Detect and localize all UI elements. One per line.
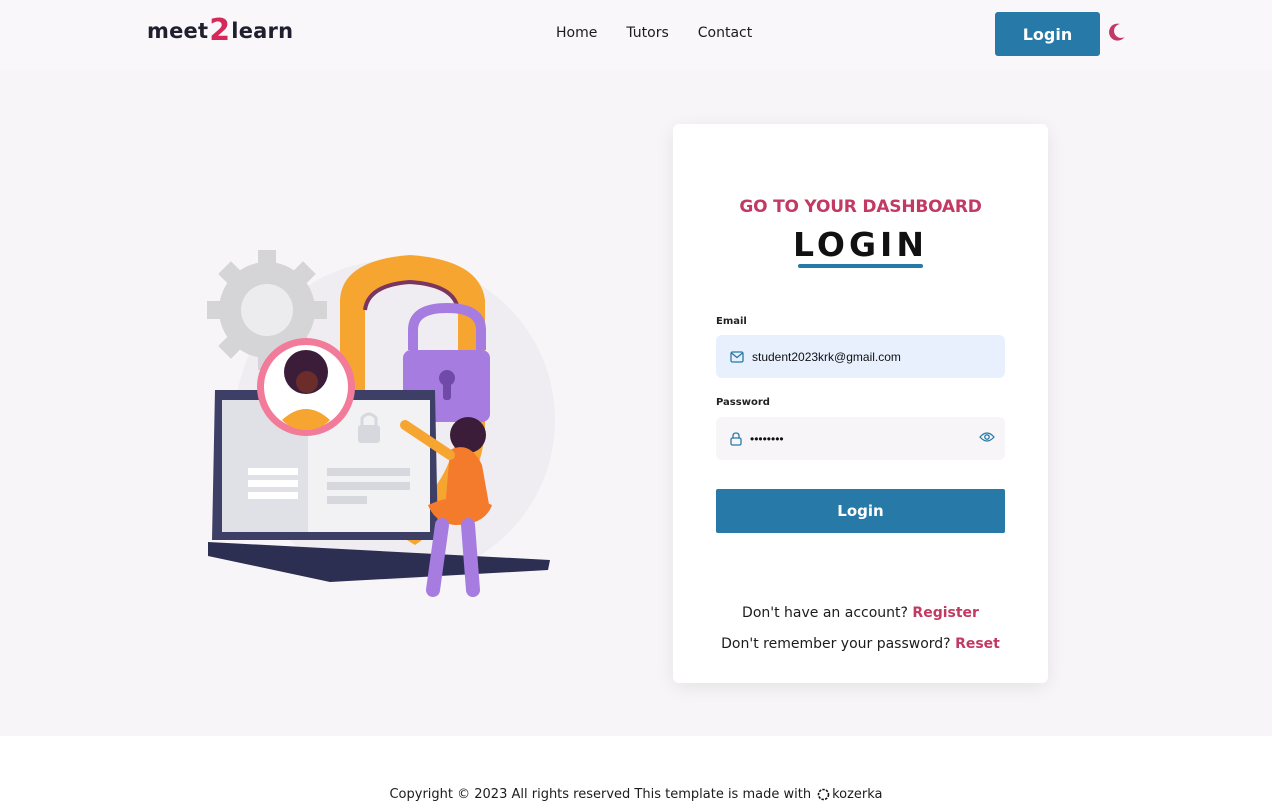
logo-text-learn: learn — [231, 19, 294, 43]
register-link[interactable]: Register — [912, 605, 979, 621]
main-section: GO TO YOUR DASHBOARD LOGIN Email Passwor… — [0, 70, 1272, 736]
card-title: LOGIN — [793, 225, 928, 264]
email-input[interactable] — [752, 349, 972, 364]
site-logo[interactable]: meet 2 learn — [147, 16, 293, 46]
register-line: Don't have an account? Register — [673, 605, 1048, 621]
nav-home[interactable]: Home — [556, 25, 597, 41]
security-illustration — [207, 250, 555, 597]
copyright-text: Copyright © 2023 All rights reserved Thi… — [389, 787, 812, 802]
password-field[interactable] — [716, 417, 1005, 460]
password-label: Password — [716, 397, 770, 408]
brand-link[interactable]: kozerka — [817, 787, 883, 802]
logo-text-2: 2 — [209, 13, 231, 48]
email-label: Email — [716, 316, 747, 327]
main-nav: Home Tutors Contact — [556, 25, 752, 41]
mail-icon — [730, 350, 744, 363]
footer: Copyright © 2023 All rights reserved Thi… — [0, 736, 1272, 806]
register-prompt: Don't have an account? — [742, 605, 908, 621]
lock-icon — [730, 431, 742, 446]
moon-icon[interactable] — [1105, 21, 1127, 43]
title-underline — [798, 264, 923, 268]
login-card: GO TO YOUR DASHBOARD LOGIN Email Passwor… — [673, 124, 1048, 683]
logo-text-meet: meet — [147, 19, 209, 43]
reset-link[interactable]: Reset — [955, 636, 1000, 652]
login-submit-button[interactable]: Login — [716, 489, 1005, 533]
reset-line: Don't remember your password? Reset — [673, 636, 1048, 652]
card-subtitle: GO TO YOUR DASHBOARD — [739, 197, 982, 217]
nav-contact[interactable]: Contact — [698, 25, 752, 41]
eye-icon[interactable] — [979, 431, 995, 443]
password-input[interactable] — [750, 431, 970, 446]
copyright-line: Copyright © 2023 All rights reserved Thi… — [0, 787, 1272, 802]
kozerka-logo-icon — [817, 788, 830, 801]
reset-prompt: Don't remember your password? — [721, 636, 951, 652]
header-login-button[interactable]: Login — [995, 12, 1100, 56]
nav-tutors[interactable]: Tutors — [626, 25, 668, 41]
top-navbar: meet 2 learn Home Tutors Contact Login — [0, 0, 1272, 70]
brand-name: kozerka — [832, 787, 883, 802]
email-field[interactable] — [716, 335, 1005, 378]
